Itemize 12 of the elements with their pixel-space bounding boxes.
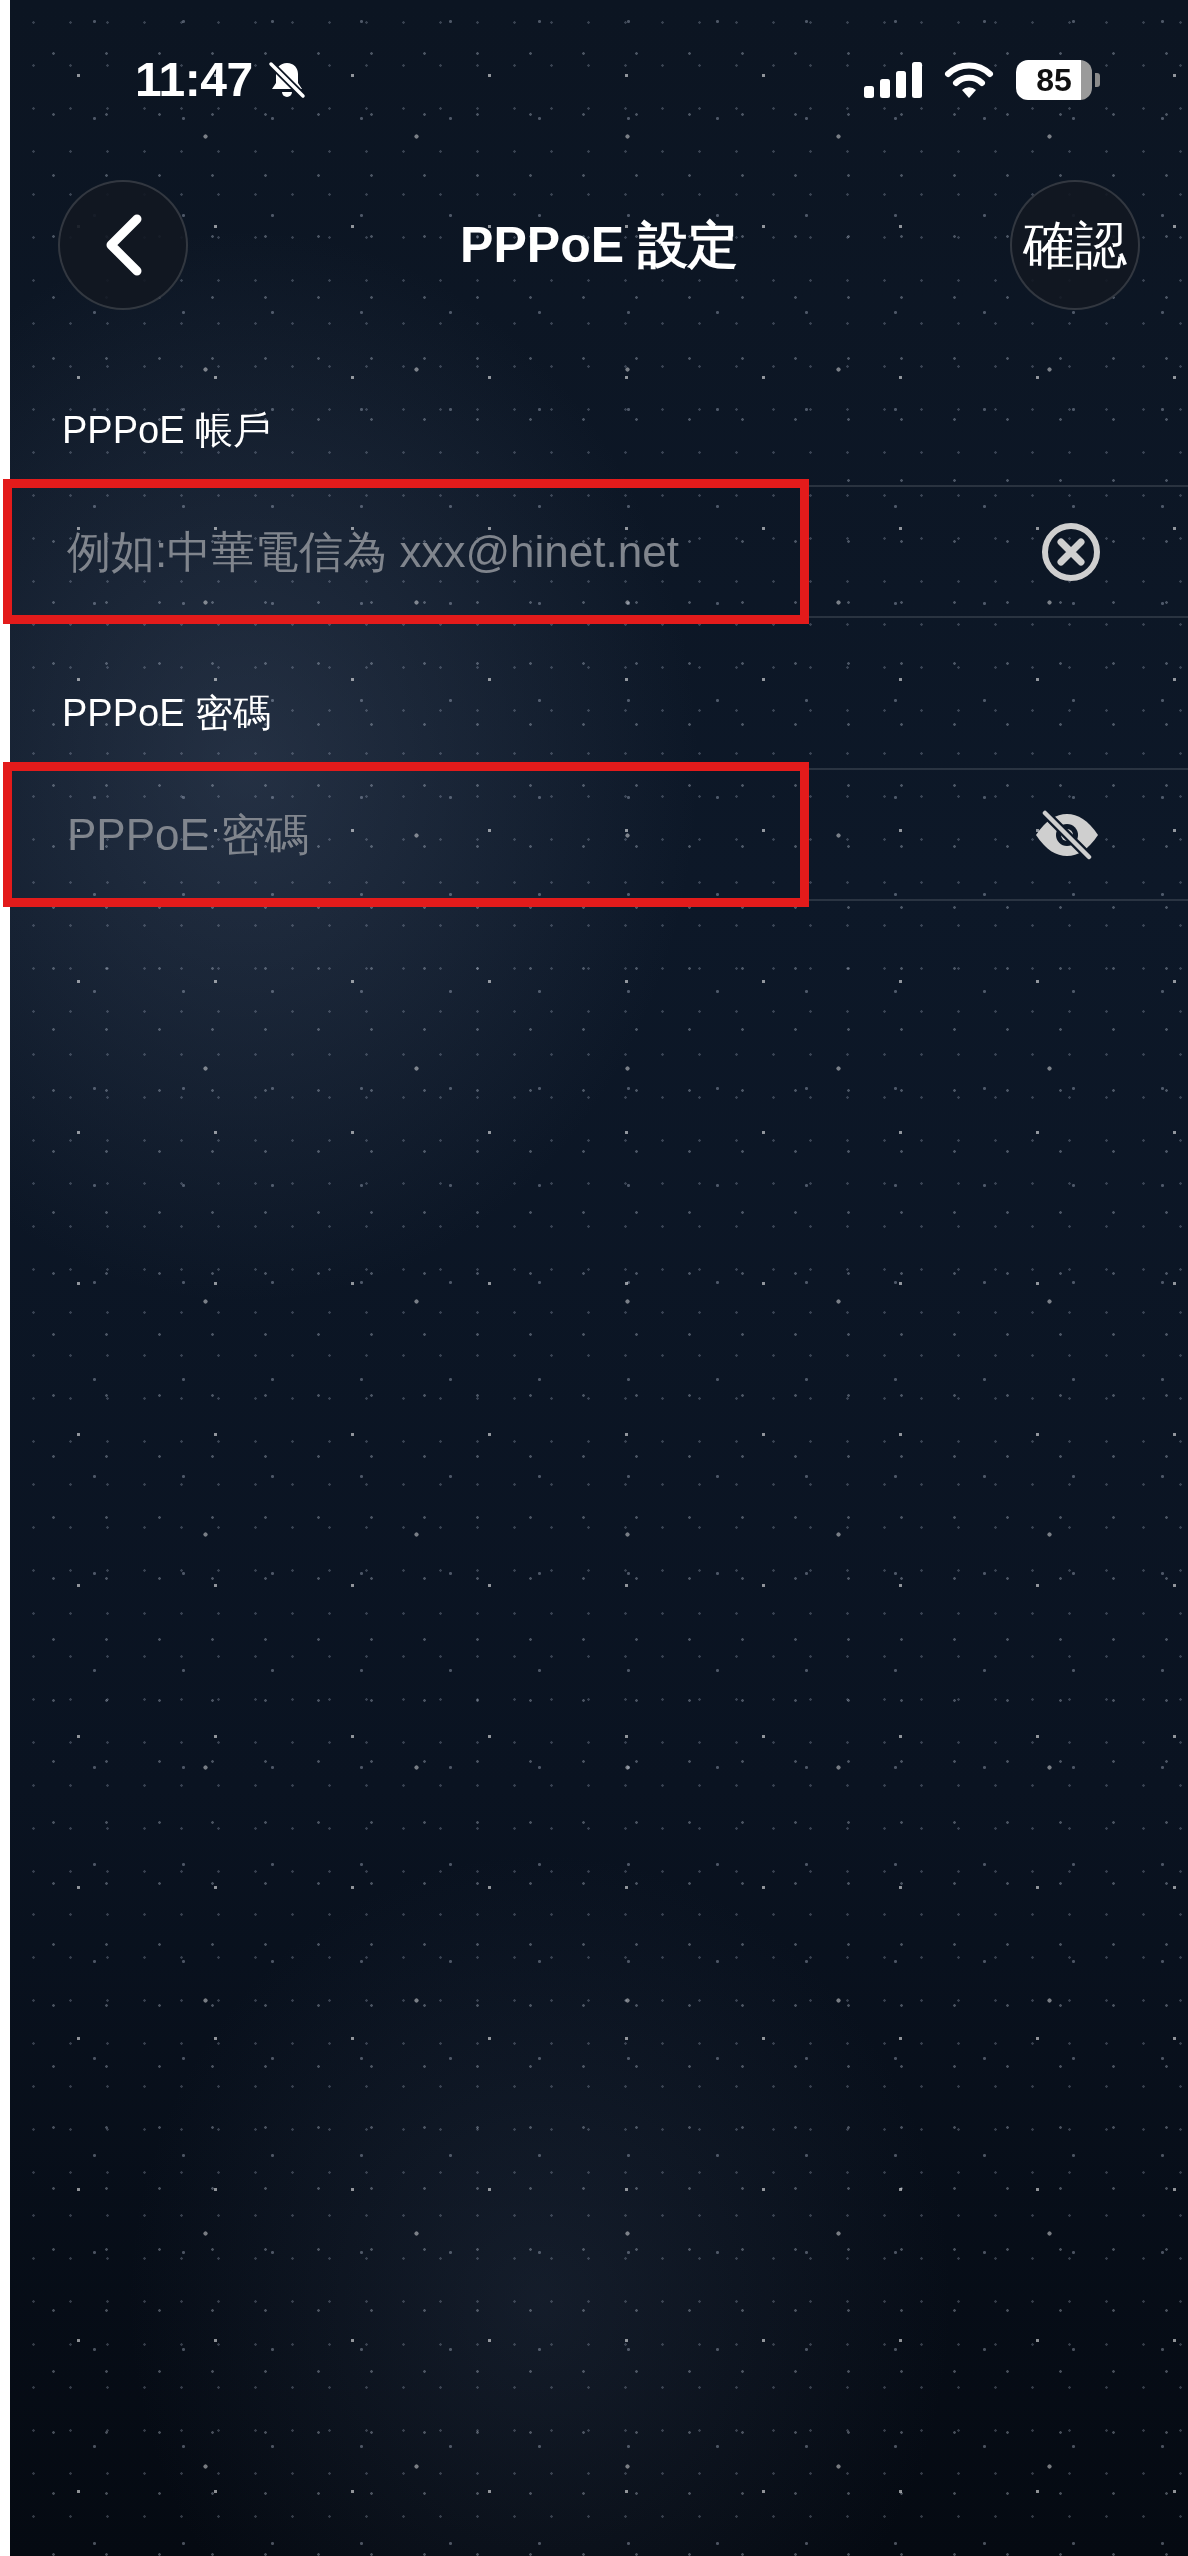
password-input[interactable]: PPPoE 密碼 [3,762,809,907]
field-label: PPPoE 帳戶 [61,408,272,452]
field-label: PPPoE 密碼 [61,691,272,735]
status-time: 11:47 [135,56,253,104]
clear-icon[interactable] [1041,521,1101,582]
account-input[interactable]: 例如:中華電信為 xxx@hinet.net [3,479,809,624]
eye-slash-icon[interactable] [1033,809,1101,860]
battery-indicator: 85 [1016,60,1100,100]
signal-icon [864,62,922,98]
page-title: PPPoE 設定 [460,216,738,275]
confirm-button[interactable]: 確認 [1010,180,1140,310]
wifi-icon [944,62,994,98]
